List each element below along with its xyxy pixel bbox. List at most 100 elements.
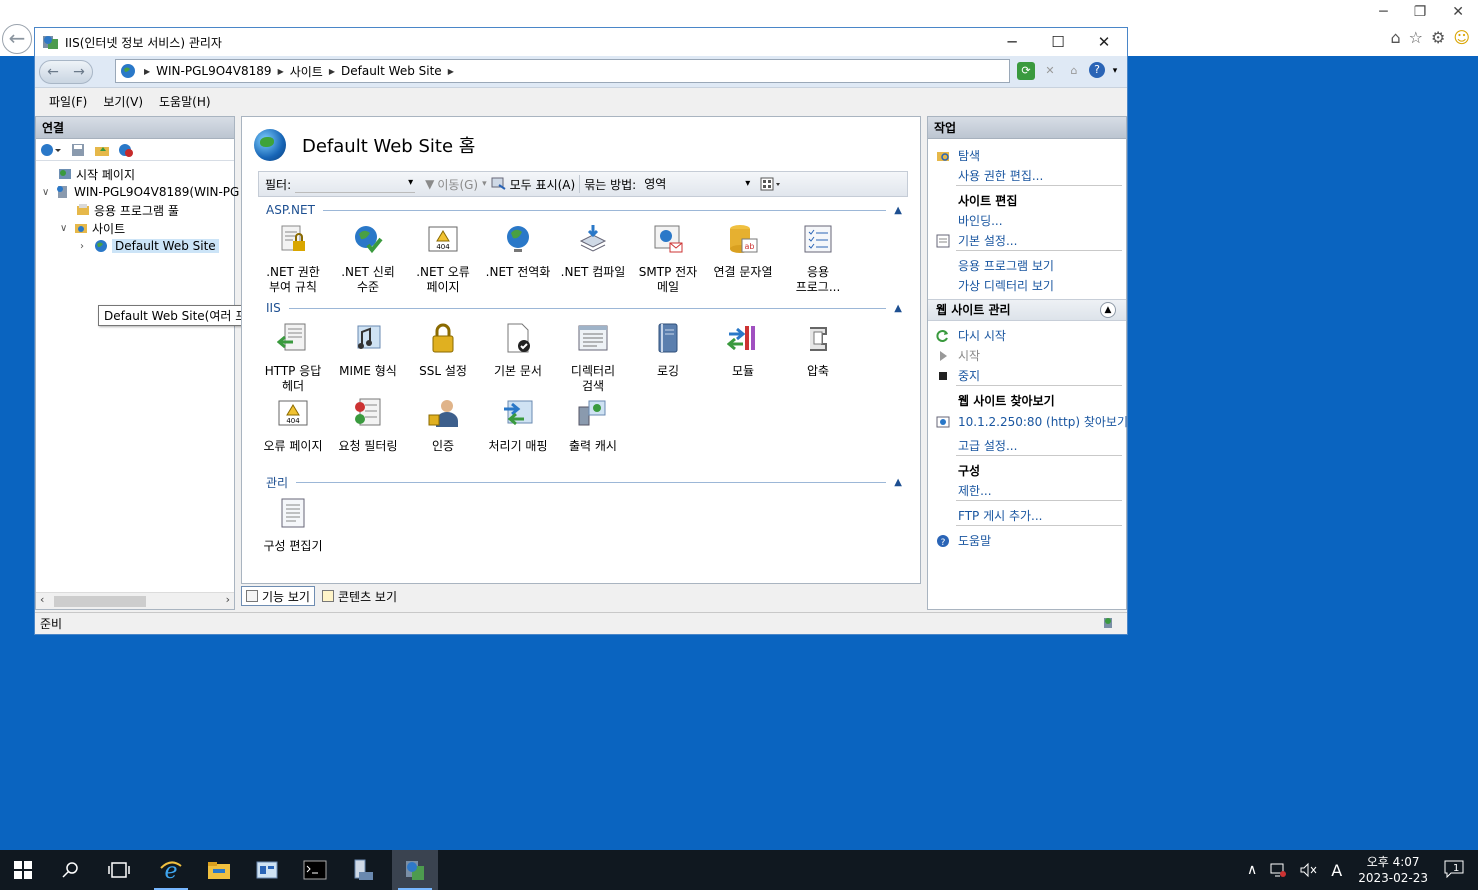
action-add-ftp-publishing[interactable]: FTP 게시 추가... — [936, 507, 1043, 524]
feature-app-settings[interactable]: 응용 프로그... — [781, 223, 855, 295]
feature-modules[interactable]: 모듈 — [706, 322, 780, 379]
notifications-button[interactable]: 1 — [1444, 860, 1472, 880]
menu-file[interactable]: 파일(F) — [49, 93, 87, 110]
feature-ssl-settings[interactable]: SSL 설정 — [406, 322, 480, 379]
stop-icon[interactable]: ✕ — [1041, 62, 1059, 80]
feature-mime-types[interactable]: MIME 형식 — [331, 322, 405, 379]
menu-help[interactable]: 도움말(H) — [159, 93, 211, 110]
tab-features-view[interactable]: 기능 보기 — [241, 586, 315, 606]
close-button[interactable]: ✕ — [1081, 28, 1127, 56]
show-all-button[interactable]: 모두 표시(A) — [510, 176, 576, 193]
tree-item-server[interactable]: ∨ WIN-PGL9O4V8189(WIN-PG — [42, 183, 239, 201]
tree-item-sites[interactable]: ∨ 사이트 — [60, 219, 125, 237]
action-explore[interactable]: 탐색 — [936, 147, 980, 164]
feature-compression[interactable]: 압축 — [781, 322, 855, 379]
go-funnel-icon[interactable]: ▼ — [425, 177, 434, 191]
collapse-caret-icon[interactable]: ▲ — [894, 205, 902, 216]
feature-authentication[interactable]: 인증 — [406, 397, 480, 454]
start-button[interactable] — [0, 850, 46, 890]
home-icon[interactable]: ⌂ — [1065, 62, 1083, 80]
network-icon[interactable] — [1269, 862, 1287, 878]
taskbar-ie[interactable]: e — [148, 850, 194, 890]
action-view-applications[interactable]: 응용 프로그램 보기 — [936, 257, 1054, 274]
view-mode-icon[interactable] — [760, 177, 782, 191]
save-icon[interactable] — [70, 142, 86, 158]
browser-restore-icon[interactable]: ❐ — [1414, 4, 1427, 20]
feature-request-filtering[interactable]: 요청 필터링 — [331, 397, 405, 454]
help-icon[interactable]: ? — [1089, 62, 1105, 78]
taskbar-command-prompt[interactable] — [292, 850, 338, 890]
tree-item-start-page[interactable]: 시작 페이지 — [58, 165, 135, 183]
expand-chevron-icon[interactable]: › — [80, 241, 92, 252]
tree-item-app-pools[interactable]: 응용 프로그램 풀 — [76, 201, 179, 219]
action-start[interactable]: 시작 — [936, 347, 980, 364]
collapse-caret-icon[interactable]: ▲ — [894, 477, 902, 488]
breadcrumb-site[interactable]: Default Web Site — [341, 64, 442, 78]
home-icon[interactable]: ⌂ — [1390, 28, 1400, 47]
taskbar-iis-manager[interactable] — [392, 850, 438, 890]
filter-input[interactable] — [295, 175, 416, 193]
feature-http-response-headers[interactable]: HTTP 응답 헤더 — [256, 322, 330, 394]
action-edit-permissions[interactable]: 사용 권한 편집... — [936, 167, 1043, 184]
minimize-button[interactable]: ─ — [989, 28, 1035, 56]
feature-net-trust-levels[interactable]: .NET 신뢰 수준 — [331, 223, 405, 295]
clock[interactable]: 오후 4:07 2023-02-23 — [1358, 854, 1428, 886]
show-hidden-icons-chevron-icon[interactable]: ∧ — [1247, 862, 1257, 878]
feature-smtp-email[interactable]: SMTP 전자 메일 — [631, 223, 705, 295]
disconnect-icon[interactable] — [118, 142, 134, 158]
breadcrumb-server[interactable]: WIN-PGL9O4V8189 — [156, 64, 271, 78]
feature-directory-browsing[interactable]: 디렉터리 검색 — [556, 322, 630, 394]
feedback-smile-icon[interactable]: ☺ — [1453, 28, 1470, 47]
maximize-button[interactable]: ☐ — [1035, 28, 1081, 56]
scroll-left-icon[interactable]: ‹ — [40, 593, 44, 606]
up-folder-icon[interactable] — [94, 142, 110, 158]
back-arrow-icon[interactable]: ← — [47, 64, 59, 80]
feature-net-authorization[interactable]: .NET 권한 부여 규칙 — [256, 223, 330, 295]
group-by-select[interactable]: 영역 — [640, 175, 750, 193]
collapse-caret-icon[interactable]: ▲ — [1100, 302, 1116, 318]
feature-net-compilation[interactable]: .NET 컴파일 — [556, 223, 630, 280]
address-bar[interactable]: ▶ WIN-PGL9O4V8189 ▶ 사이트 ▶ Default Web Si… — [115, 59, 1010, 83]
action-limits[interactable]: 제한... — [936, 482, 992, 499]
tree-item-default-web-site[interactable]: › Default Web Site — [80, 237, 219, 255]
breadcrumb-sites[interactable]: 사이트 — [290, 63, 323, 80]
search-button[interactable] — [48, 850, 94, 890]
browser-back-icon[interactable]: ← — [2, 24, 32, 54]
scroll-thumb[interactable] — [54, 596, 146, 607]
feature-output-caching[interactable]: 출력 캐시 — [556, 397, 630, 454]
task-view-button[interactable] — [96, 850, 142, 890]
action-view-virtual-dirs[interactable]: 가상 디렉터리 보기 — [936, 277, 1054, 294]
collapse-chevron-icon[interactable]: ∨ — [60, 223, 72, 234]
action-basic-settings[interactable]: 기본 설정... — [936, 232, 1017, 249]
connections-hscrollbar[interactable]: ‹ › — [36, 592, 234, 609]
taskbar-file-explorer[interactable] — [196, 850, 242, 890]
favorites-star-icon[interactable]: ☆ — [1409, 28, 1423, 47]
gear-icon[interactable]: ⚙ — [1431, 28, 1445, 47]
ime-indicator[interactable]: A — [1331, 861, 1342, 880]
action-stop[interactable]: 중지 — [936, 367, 980, 384]
forward-arrow-icon[interactable]: → — [73, 64, 85, 80]
connect-globe-icon[interactable] — [40, 142, 62, 158]
action-help[interactable]: ? 도움말 — [936, 532, 991, 549]
collapse-caret-icon[interactable]: ▲ — [894, 303, 902, 314]
feature-error-pages[interactable]: 404 오류 페이지 — [256, 397, 330, 454]
menu-view[interactable]: 보기(V) — [103, 93, 143, 110]
section-aspnet[interactable]: ASP.NET ▲ — [266, 203, 902, 217]
feature-net-error-pages[interactable]: 404 .NET 오류 페이지 — [406, 223, 480, 295]
browser-close-icon[interactable]: ✕ — [1452, 4, 1464, 20]
go-button[interactable]: 이동(G) — [437, 176, 478, 193]
tab-content-view[interactable]: 콘텐츠 보기 — [317, 586, 402, 606]
action-bindings[interactable]: 바인딩... — [936, 212, 1003, 229]
go-dropdown-icon[interactable]: ▾ — [482, 179, 487, 189]
section-management[interactable]: 관리 ▲ — [266, 475, 902, 490]
feature-configuration-editor[interactable]: 구성 편집기 — [256, 497, 330, 554]
action-restart[interactable]: 다시 시작 — [936, 327, 1006, 344]
taskbar-server-manager[interactable] — [244, 850, 290, 890]
volume-muted-icon[interactable] — [1299, 862, 1319, 878]
collapse-chevron-icon[interactable]: ∨ — [42, 187, 54, 198]
section-iis[interactable]: IIS ▲ — [266, 301, 902, 315]
feature-handler-mappings[interactable]: 처리기 매핑 — [481, 397, 555, 454]
taskbar-computer-management[interactable] — [340, 850, 386, 890]
scroll-right-icon[interactable]: › — [226, 593, 230, 606]
feature-logging[interactable]: 로깅 — [631, 322, 705, 379]
